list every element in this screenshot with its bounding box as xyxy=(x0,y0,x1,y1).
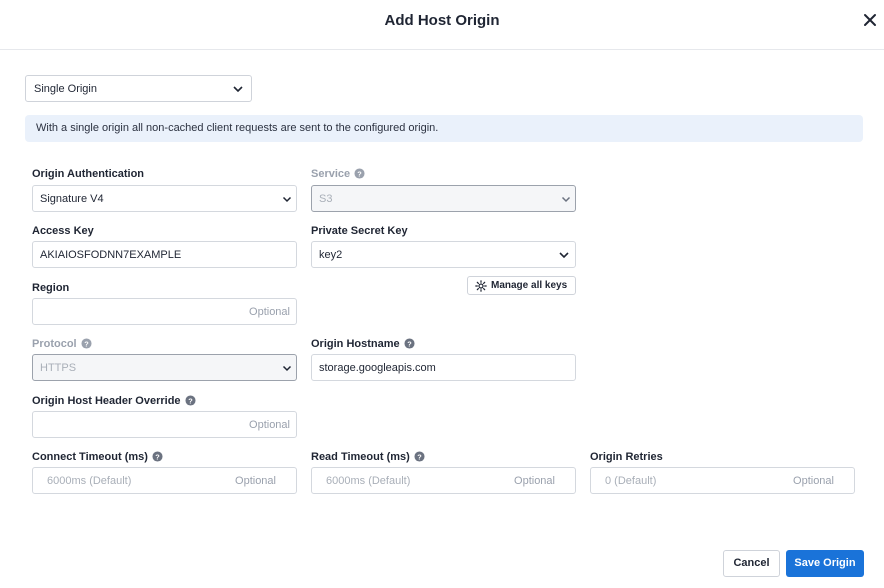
read-timeout-label: Read Timeout (ms)? xyxy=(311,451,425,463)
svg-text:?: ? xyxy=(188,396,193,405)
protocol-label: Protocol? xyxy=(32,338,92,350)
protocol-select[interactable]: HTTPS xyxy=(32,354,297,381)
read-timeout-label-text: Read Timeout (ms) xyxy=(311,451,410,463)
cancel-button[interactable]: Cancel xyxy=(723,550,780,577)
chevron-down-icon xyxy=(282,196,292,203)
svg-text:?: ? xyxy=(407,339,412,348)
private-secret-key-value: key2 xyxy=(319,249,343,261)
region-label: Region xyxy=(32,282,70,294)
read-timeout-placeholder: Optional xyxy=(514,475,555,487)
origin-authentication-label: Origin Authentication xyxy=(32,168,145,180)
help-icon[interactable]: ? xyxy=(81,338,92,349)
svg-text:?: ? xyxy=(84,339,89,348)
host-header-override-placeholder: Optional xyxy=(249,419,290,431)
connect-timeout-label: Connect Timeout (ms)? xyxy=(32,451,163,463)
dialog-header: Add Host Origin xyxy=(0,0,884,50)
svg-text:?: ? xyxy=(155,452,160,461)
read-timeout-default: 6000ms (Default) xyxy=(326,475,411,487)
access-key-value: AKIAIOSFODNN7EXAMPLE xyxy=(40,249,182,261)
save-origin-button[interactable]: Save Origin xyxy=(786,550,864,577)
region-placeholder: Optional xyxy=(249,306,290,318)
service-select[interactable]: S3 xyxy=(311,185,576,212)
protocol-label-text: Protocol xyxy=(32,338,77,350)
help-icon[interactable]: ? xyxy=(354,168,365,179)
private-secret-key-select[interactable]: key2 xyxy=(311,241,576,268)
origin-retries-label: Origin Retries xyxy=(590,451,663,463)
help-icon[interactable]: ? xyxy=(152,451,163,462)
chevron-down-icon xyxy=(559,252,569,259)
service-label-text: Service xyxy=(311,168,351,180)
private-secret-key-label: Private Secret Key xyxy=(311,225,408,237)
close-icon[interactable] xyxy=(862,12,878,28)
access-key-label: Access Key xyxy=(32,225,94,237)
region-input[interactable]: Optional xyxy=(32,298,297,325)
chevron-down-icon xyxy=(282,365,292,372)
host-header-override-input[interactable]: Optional xyxy=(32,411,297,438)
origin-authentication-select[interactable]: Signature V4 xyxy=(32,185,297,212)
origin-retries-default: 0 (Default) xyxy=(605,475,657,487)
protocol-value: HTTPS xyxy=(40,362,77,374)
manage-keys-label: Manage all keys xyxy=(491,280,568,291)
host-header-override-label: Origin Host Header Override? xyxy=(32,395,196,407)
svg-text:?: ? xyxy=(417,452,422,461)
origin-authentication-value: Signature V4 xyxy=(40,193,104,205)
help-icon[interactable]: ? xyxy=(414,451,425,462)
origin-hostname-label: Origin Hostname? xyxy=(311,338,415,350)
svg-text:?: ? xyxy=(357,169,362,178)
connect-timeout-default: 6000ms (Default) xyxy=(47,475,132,487)
host-header-override-label-text: Origin Host Header Override xyxy=(32,395,181,407)
origin-hostname-label-text: Origin Hostname xyxy=(311,338,400,350)
origin-retries-placeholder: Optional xyxy=(793,475,834,487)
service-label: Service? xyxy=(311,168,365,180)
connect-timeout-label-text: Connect Timeout (ms) xyxy=(32,451,148,463)
gear-icon xyxy=(475,280,487,292)
help-icon[interactable]: ? xyxy=(404,338,415,349)
service-value: S3 xyxy=(319,193,333,205)
dialog-title: Add Host Origin xyxy=(384,12,500,29)
read-timeout-input[interactable]: 6000ms (Default) Optional xyxy=(311,467,576,494)
help-icon[interactable]: ? xyxy=(185,395,196,406)
origin-hostname-value: storage.googleapis.com xyxy=(319,362,436,374)
chevron-down-icon xyxy=(233,86,243,93)
info-banner-text: With a single origin all non-cached clie… xyxy=(36,122,439,134)
connect-timeout-placeholder: Optional xyxy=(235,475,276,487)
chevron-down-icon xyxy=(561,196,571,203)
access-key-input[interactable]: AKIAIOSFODNN7EXAMPLE xyxy=(32,241,297,268)
connect-timeout-input[interactable]: 6000ms (Default) Optional xyxy=(32,467,297,494)
manage-keys-button[interactable]: Manage all keys xyxy=(467,276,576,295)
origin-type-select[interactable]: Single Origin xyxy=(25,75,252,102)
info-banner: With a single origin all non-cached clie… xyxy=(25,115,863,142)
origin-retries-input[interactable]: 0 (Default) Optional xyxy=(590,467,855,494)
origin-hostname-input[interactable]: storage.googleapis.com xyxy=(311,354,576,381)
origin-type-value: Single Origin xyxy=(34,83,97,95)
